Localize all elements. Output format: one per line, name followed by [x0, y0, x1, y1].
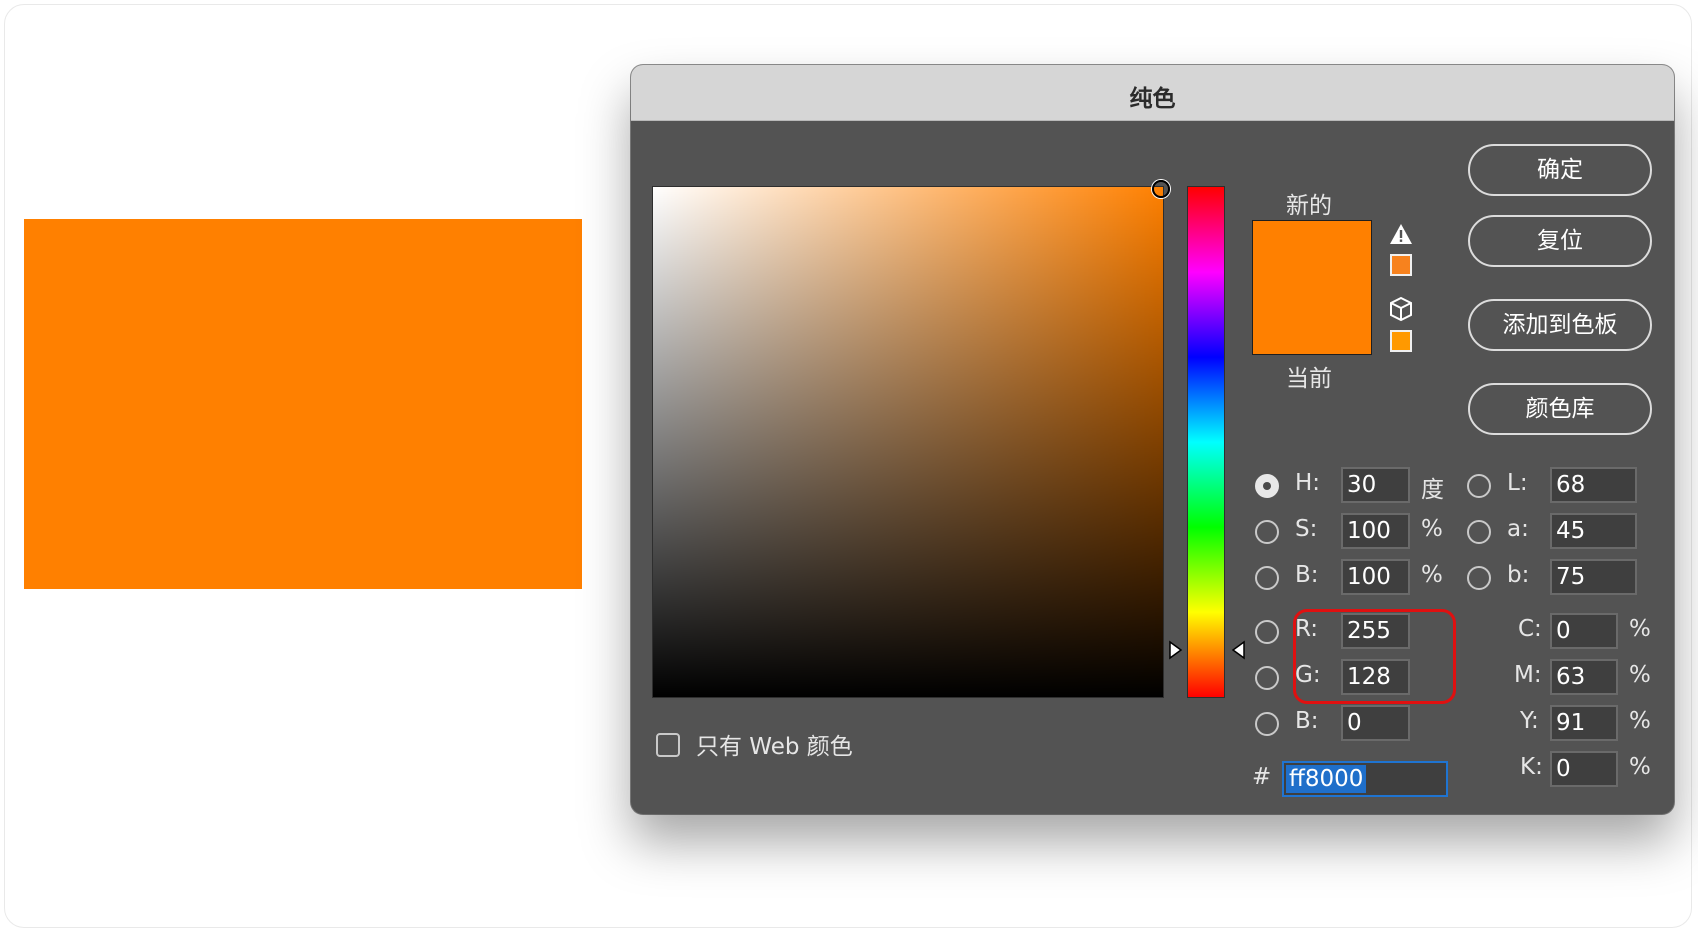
hue-slider-left-arrow[interactable]	[1168, 640, 1184, 660]
saturation-label: S:	[1295, 516, 1318, 542]
color-libraries-button[interactable]: 颜色库	[1468, 383, 1652, 435]
hue-slider[interactable]	[1187, 186, 1225, 698]
radio-saturation[interactable]	[1255, 520, 1279, 544]
ok-button[interactable]: 确定	[1468, 144, 1652, 196]
hex-prefix: #	[1252, 764, 1272, 790]
black-label: K:	[1520, 754, 1543, 780]
radio-red[interactable]	[1255, 620, 1279, 644]
web-only-checkbox[interactable]	[656, 733, 680, 757]
saturation-unit: %	[1421, 516, 1443, 542]
blue-label: B:	[1295, 708, 1319, 734]
hue-slider-right-arrow[interactable]	[1230, 640, 1246, 660]
color-preview-canvas	[24, 219, 582, 589]
magenta-label: M:	[1514, 662, 1542, 688]
hue-unit: 度	[1421, 477, 1444, 503]
brightness-label: B:	[1295, 562, 1319, 588]
hue-label: H:	[1295, 470, 1321, 496]
color-field[interactable]	[652, 180, 1170, 698]
color-picker-dialog: 纯色 新的 当前 确定 复位 添加到色板 颜色库 H: 30 度 S: 100 …	[631, 65, 1674, 814]
black-unit: %	[1629, 754, 1651, 780]
saturation-input[interactable]: 100	[1341, 513, 1410, 549]
radio-lightness[interactable]	[1467, 474, 1491, 498]
hex-value-selected: ff8000	[1286, 765, 1367, 793]
b-lab-input[interactable]: 75	[1550, 559, 1637, 595]
yellow-unit: %	[1629, 708, 1651, 734]
web-only-label[interactable]: 只有 Web 颜色	[696, 727, 853, 761]
color-field-cursor[interactable]	[1152, 180, 1170, 198]
radio-blue[interactable]	[1255, 712, 1279, 736]
radio-brightness[interactable]	[1255, 566, 1279, 590]
warning-triangle-icon[interactable]	[1388, 222, 1414, 246]
radio-hue[interactable]	[1255, 474, 1279, 498]
cyan-label: C:	[1518, 616, 1542, 642]
black-input[interactable]: 0	[1550, 751, 1618, 787]
lightness-label: L:	[1507, 470, 1528, 496]
radio-green[interactable]	[1255, 666, 1279, 690]
current-color-swatch[interactable]	[1252, 287, 1372, 355]
gamut-warning-swatch[interactable]	[1390, 254, 1412, 276]
dialog-title: 纯色	[1129, 86, 1176, 112]
cyan-input[interactable]: 0	[1550, 613, 1618, 649]
radio-a[interactable]	[1467, 520, 1491, 544]
cyan-unit: %	[1629, 616, 1651, 642]
reset-button[interactable]: 复位	[1468, 215, 1652, 267]
yellow-label: Y:	[1520, 708, 1539, 734]
radio-b-lab[interactable]	[1467, 566, 1491, 590]
hue-input[interactable]: 30	[1341, 467, 1410, 503]
blue-input[interactable]: 0	[1341, 705, 1410, 741]
new-color-label: 新的	[1286, 193, 1332, 219]
a-label: a:	[1507, 516, 1529, 542]
a-input[interactable]: 45	[1550, 513, 1637, 549]
current-color-label: 当前	[1286, 366, 1332, 392]
magenta-unit: %	[1629, 662, 1651, 688]
rg-highlight-box	[1293, 609, 1456, 704]
add-to-swatches-button[interactable]: 添加到色板	[1468, 299, 1652, 351]
b-lab-label: b:	[1507, 562, 1530, 588]
hex-input[interactable]: ff8000	[1282, 761, 1448, 797]
yellow-input[interactable]: 91	[1550, 705, 1618, 741]
cube-icon[interactable]	[1389, 296, 1413, 322]
web-safe-swatch[interactable]	[1390, 330, 1412, 352]
new-color-swatch	[1252, 220, 1372, 287]
brightness-unit: %	[1421, 562, 1443, 588]
dialog-titlebar[interactable]: 纯色	[631, 65, 1674, 121]
brightness-input[interactable]: 100	[1341, 559, 1410, 595]
lightness-input[interactable]: 68	[1550, 467, 1637, 503]
magenta-input[interactable]: 63	[1550, 659, 1618, 695]
